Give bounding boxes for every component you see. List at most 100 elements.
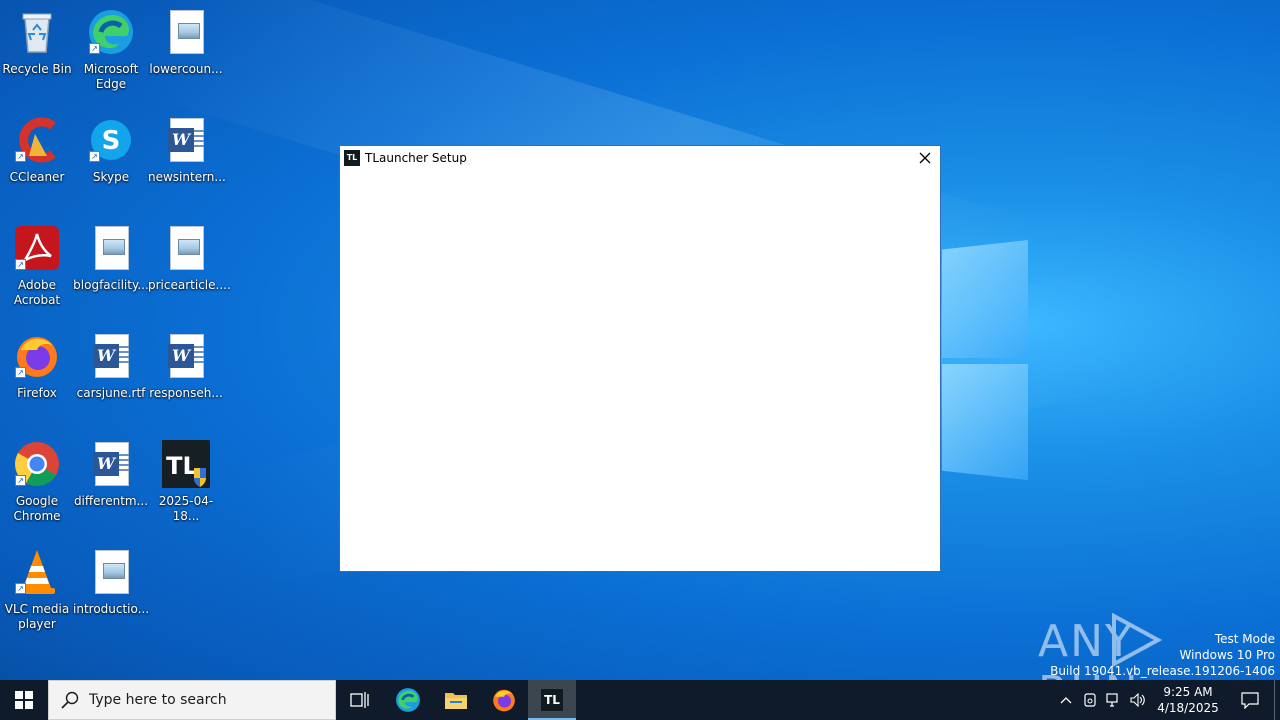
desktop-icon-label: VLC media player: [4, 602, 70, 631]
taskbar-clock[interactable]: 9:25 AM 4/18/2025: [1150, 684, 1226, 716]
desktop-icon-label: blogfacility...: [73, 278, 149, 292]
volume-icon: [1130, 693, 1145, 707]
vlc-icon: ↗: [13, 548, 61, 596]
tlauncher-icon: TL: [540, 688, 564, 712]
desktop-icon-newsintern[interactable]: W newsintern...: [148, 116, 226, 185]
desktop-icon-label: 2025-04-18...: [158, 494, 214, 523]
taskbar-search-box[interactable]: Type here to search: [48, 680, 336, 720]
tray-network-button[interactable]: [1102, 680, 1126, 720]
desktop-icon-tlauncher-installer[interactable]: TL 2025-04-18...: [148, 440, 224, 524]
svg-text:TL: TL: [166, 452, 198, 480]
desktop-icon-lowercoun[interactable]: lowercoun...: [148, 8, 224, 77]
tlauncher-setup-window[interactable]: TL TLauncher Setup: [339, 145, 941, 572]
shortcut-arrow-icon: ↗: [15, 151, 26, 162]
desktop-icon-label: Skype: [92, 170, 130, 184]
show-desktop-button[interactable]: [1274, 680, 1280, 720]
taskbar: Type here to search TL 9:25 AM 4/18/2025: [0, 680, 1280, 720]
desktop-icon-label: newsintern...: [148, 170, 226, 184]
desktop-icon-introductio[interactable]: introductio...: [73, 548, 149, 617]
desktop-icon-label: lowercoun...: [149, 62, 223, 76]
window-title: TLauncher Setup: [365, 151, 467, 165]
edge-icon: [396, 688, 420, 712]
edge-icon: ↗: [87, 8, 135, 56]
action-center-button[interactable]: [1226, 680, 1274, 720]
task-view-icon: [350, 692, 369, 708]
acrobat-icon: ↗: [13, 224, 61, 272]
image-file-icon: [87, 224, 135, 272]
skype-icon: S ↗: [87, 116, 135, 164]
firefox-icon: ↗: [13, 332, 61, 380]
shortcut-arrow-icon: ↗: [15, 475, 26, 486]
window-content: [340, 170, 940, 571]
desktop-icon-edge[interactable]: ↗ Microsoft Edge: [73, 8, 149, 92]
task-view-button[interactable]: [336, 680, 384, 720]
shortcut-arrow-icon: ↗: [15, 583, 26, 594]
desktop-icon-carsjune[interactable]: W carsjune.rtf: [73, 332, 149, 401]
tlauncher-app-icon: TL: [344, 150, 360, 166]
taskbar-edge-button[interactable]: [384, 680, 432, 720]
desktop-icon-label: Microsoft Edge: [83, 62, 139, 91]
system-tray: 9:25 AM 4/18/2025: [1054, 680, 1280, 720]
desktop-icon-label: carsjune.rtf: [76, 386, 146, 400]
desktop-icon-acrobat[interactable]: ↗ Adobe Acrobat: [0, 224, 75, 308]
desktop-icon-differentm[interactable]: W differentm...: [73, 440, 149, 509]
desktop-icon-chrome[interactable]: ↗ Google Chrome: [0, 440, 75, 524]
desktop-icon-label: Recycle Bin: [2, 62, 72, 76]
windows-start-icon: [15, 691, 33, 709]
desktop-icon-label: CCleaner: [9, 170, 65, 184]
shortcut-arrow-icon: ↗: [15, 259, 26, 270]
search-placeholder: Type here to search: [89, 692, 227, 708]
desktop-icon-firefox[interactable]: ↗ Firefox: [0, 332, 75, 401]
desktop-icon-label: Google Chrome: [13, 494, 61, 523]
desktop-icon-pricearticle[interactable]: pricearticle....: [148, 224, 231, 293]
windows-watermark: Test Mode Windows 10 Pro Build 19041.vb_…: [1050, 631, 1275, 679]
image-file-icon: [87, 548, 135, 596]
test-mode-text: Test Mode: [1214, 632, 1275, 646]
taskbar-file-explorer-button[interactable]: [432, 680, 480, 720]
window-titlebar[interactable]: TL TLauncher Setup: [340, 146, 940, 170]
start-button[interactable]: [0, 680, 48, 720]
word-doc-icon: W: [87, 440, 135, 488]
chrome-icon: ↗: [13, 440, 61, 488]
os-edition-text: Windows 10 Pro: [1179, 648, 1275, 662]
desktop-icon-label: pricearticle....: [148, 278, 231, 292]
desktop-icon-ccleaner[interactable]: ↗ CCleaner: [0, 116, 75, 185]
close-icon: [919, 152, 931, 164]
word-doc-icon: W: [162, 116, 210, 164]
search-icon: [61, 691, 79, 709]
image-file-icon: [162, 224, 210, 272]
show-hidden-icons-button[interactable]: [1054, 680, 1078, 720]
taskbar-tlauncher-button[interactable]: TL: [528, 680, 576, 720]
close-button[interactable]: [910, 146, 940, 170]
shortcut-arrow-icon: ↗: [89, 43, 100, 54]
recycle-bin-icon: [13, 8, 61, 56]
desktop-icon-label: differentm...: [73, 494, 149, 508]
taskbar-firefox-button[interactable]: [480, 680, 528, 720]
desktop-icon-label: Adobe Acrobat: [13, 278, 61, 307]
network-icon: [1106, 693, 1118, 707]
device-icon: [1084, 693, 1096, 707]
shortcut-arrow-icon: ↗: [15, 367, 26, 378]
ccleaner-icon: ↗: [13, 116, 61, 164]
desktop-icon-responseh[interactable]: W responseh...: [148, 332, 224, 401]
desktop-icon-blogfacility[interactable]: blogfacility...: [73, 224, 149, 293]
word-doc-icon: W: [162, 332, 210, 380]
desktop-icon-label: Firefox: [17, 386, 57, 400]
firefox-icon: [493, 689, 515, 712]
image-file-icon: [162, 8, 210, 56]
desktop-icon-label: introductio...: [73, 602, 150, 616]
desktop-icon-label: responseh...: [149, 386, 223, 400]
desktop-icon-recycle-bin[interactable]: Recycle Bin: [0, 8, 75, 77]
chevron-up-icon: [1060, 697, 1072, 704]
build-text: Build 19041.vb_release.191206-1406: [1050, 664, 1275, 678]
notification-icon: [1241, 692, 1259, 709]
word-doc-icon: W: [87, 332, 135, 380]
clock-time: 9:25 AM: [1163, 685, 1213, 699]
tray-volume-button[interactable]: [1126, 680, 1150, 720]
shortcut-arrow-icon: ↗: [89, 151, 100, 162]
tlauncher-installer-icon: TL: [162, 440, 210, 488]
desktop-icon-vlc[interactable]: ↗ VLC media player: [0, 548, 75, 632]
tray-device-button[interactable]: [1078, 680, 1102, 720]
desktop-icon-skype[interactable]: S ↗ Skype: [73, 116, 149, 185]
wallpaper-windows-logo: [942, 240, 1032, 480]
